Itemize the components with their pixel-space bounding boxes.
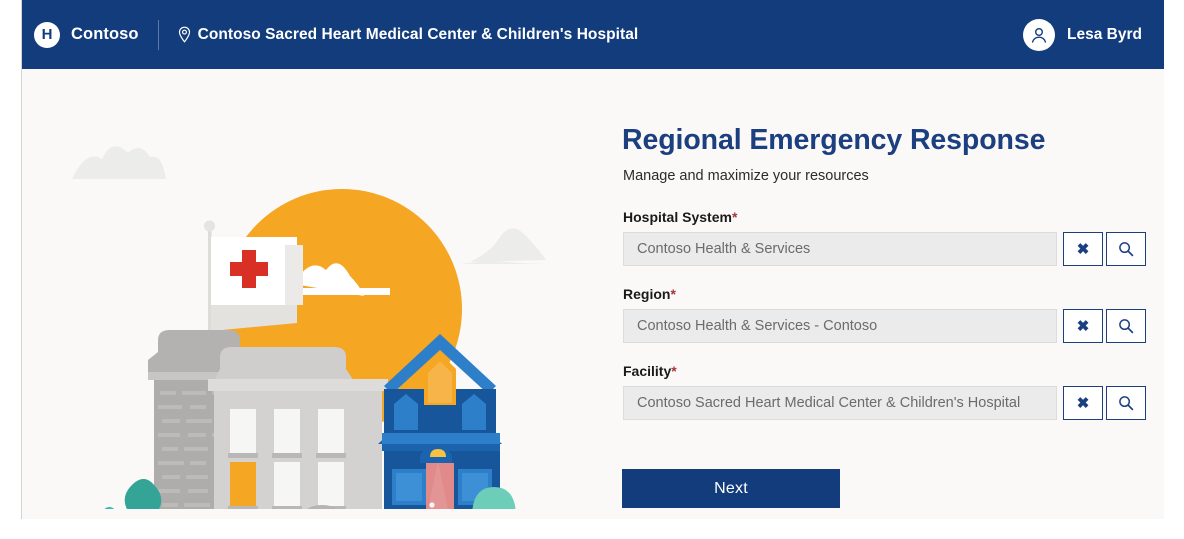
form-panel: Regional Emergency Response Manage and m… — [601, 69, 1146, 519]
brand-name: Contoso — [71, 25, 139, 43]
search-icon[interactable] — [1106, 309, 1146, 343]
search-icon[interactable] — [1106, 232, 1146, 266]
brand-group[interactable]: H Contoso — [34, 21, 139, 48]
user-avatar-icon — [1023, 18, 1056, 51]
field-row-facility: Contoso Sacred Heart Medical Center & Ch… — [623, 386, 1146, 420]
close-x-icon[interactable]: ✖ — [1063, 309, 1103, 343]
location-pin-icon — [177, 26, 192, 44]
facility-input[interactable]: Contoso Sacred Heart Medical Center & Ch… — [623, 386, 1057, 420]
close-x-icon[interactable]: ✖ — [1063, 232, 1103, 266]
field-row-hospital-system: Contoso Health & Services ✖ — [623, 232, 1146, 266]
field-row-region: Contoso Health & Services - Contoso ✖ — [623, 309, 1146, 343]
app-body: Regional Emergency Response Manage and m… — [22, 69, 1164, 539]
required-marker: * — [671, 363, 677, 379]
hospital-buildings-illustration — [62, 69, 602, 539]
app-header: H Contoso Contoso Sacred Heart Medical C… — [22, 0, 1164, 69]
hospital-h-icon: H — [34, 21, 60, 48]
required-marker: * — [670, 286, 676, 302]
field-hospital-system: Hospital System* Contoso Health & Servic… — [623, 209, 1146, 266]
field-facility: Facility* Contoso Sacred Heart Medical C… — [623, 363, 1146, 420]
next-button[interactable]: Next — [622, 469, 840, 508]
user-menu[interactable]: Lesa Byrd — [1023, 18, 1142, 51]
facility-breadcrumb: Contoso Sacred Heart Medical Center & Ch… — [177, 26, 639, 44]
field-region: Region* Contoso Health & Services - Cont… — [623, 286, 1146, 343]
facility-name-label: Contoso Sacred Heart Medical Center & Ch… — [197, 25, 639, 43]
header-divider — [157, 19, 159, 50]
required-marker: * — [731, 209, 738, 225]
close-x-icon[interactable]: ✖ — [1063, 386, 1103, 420]
user-name-label: Lesa Byrd — [1067, 25, 1142, 43]
field-label-hospital-system: Hospital System* — [623, 209, 738, 225]
app-window: H Contoso Contoso Sacred Heart Medical C… — [21, 0, 1164, 539]
region-input[interactable]: Contoso Health & Services - Contoso — [623, 309, 1057, 343]
page-subtitle: Manage and maximize your resources — [623, 168, 869, 184]
field-label-region: Region* — [623, 286, 676, 302]
search-icon[interactable] — [1106, 386, 1146, 420]
page-title: Regional Emergency Response — [622, 124, 1046, 156]
field-label-facility: Facility* — [623, 363, 677, 379]
hospital-system-input[interactable]: Contoso Health & Services — [623, 232, 1057, 266]
